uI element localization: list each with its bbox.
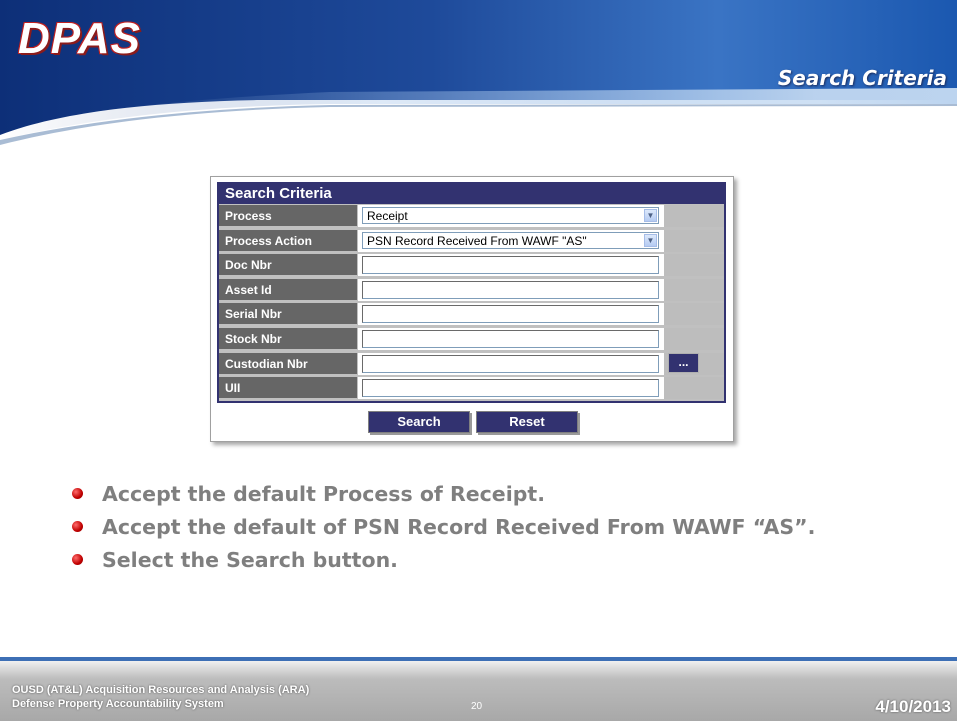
footer-organization: OUSD (AT&L) Acquisition Resources and An… [12, 683, 309, 711]
form-title: Search Criteria [219, 184, 724, 204]
process-action-select[interactable]: PSN Record Received From WAWF "AS" ▼ [362, 231, 659, 249]
asset-id-input[interactable] [362, 280, 659, 299]
chevron-down-icon[interactable]: ▼ [644, 209, 657, 222]
list-item: Accept the default of PSN Record Receive… [72, 515, 815, 548]
reset-button[interactable]: Reset [476, 411, 578, 433]
row-asset-id: Asset Id [219, 278, 724, 303]
search-button[interactable]: Search [368, 411, 470, 433]
dpas-logo: DPAS [18, 14, 141, 63]
uii-label: UII [219, 377, 357, 400]
footer: OUSD (AT&L) Acquisition Resources and An… [0, 661, 957, 721]
search-criteria-panel: Search Criteria Process Receipt ▼ Proces… [210, 176, 734, 442]
footer-date: 4/10/2013 [875, 697, 951, 716]
row-custodian-nbr: Custodian Nbr ... [219, 352, 724, 377]
process-select[interactable]: Receipt ▼ [362, 207, 659, 224]
uii-input[interactable] [362, 379, 659, 398]
custodian-nbr-input[interactable] [362, 354, 659, 373]
row-process-action: Process Action PSN Record Received From … [219, 229, 724, 254]
stock-nbr-label: Stock Nbr [219, 327, 357, 350]
search-criteria-form: Search Criteria Process Receipt ▼ Proces… [217, 182, 726, 403]
asset-id-label: Asset Id [219, 278, 357, 301]
row-uii: UII [219, 376, 724, 401]
process-label: Process [219, 205, 357, 227]
row-doc-nbr: Doc Nbr [219, 253, 724, 278]
serial-nbr-label: Serial Nbr [219, 303, 357, 326]
footer-org-line2: Defense Property Accountability System [12, 698, 224, 710]
doc-nbr-input[interactable] [362, 256, 659, 275]
footer-org-line1: OUSD (AT&L) Acquisition Resources and An… [12, 684, 310, 696]
page-number: 20 [471, 701, 483, 712]
custodian-lookup-button[interactable]: ... [668, 352, 699, 373]
process-action-label: Process Action [219, 229, 357, 252]
slide: DPAS Search Criteria Search Criteria Pro… [0, 0, 957, 721]
row-process: Process Receipt ▼ [219, 204, 724, 229]
serial-nbr-input[interactable] [362, 305, 659, 324]
bullet-icon [72, 488, 83, 499]
instruction-list: Accept the default Process of Receipt. A… [72, 482, 815, 581]
list-item: Accept the default Process of Receipt. [72, 482, 815, 515]
chevron-down-icon[interactable]: ▼ [644, 233, 657, 247]
bullet-icon [72, 521, 83, 532]
list-item: Select the Search button. [72, 548, 815, 581]
row-serial-nbr: Serial Nbr [219, 302, 724, 327]
doc-nbr-label: Doc Nbr [219, 254, 357, 277]
process-select-value: Receipt [367, 209, 408, 223]
row-stock-nbr: Stock Nbr [219, 327, 724, 352]
stock-nbr-input[interactable] [362, 329, 659, 348]
bullet-icon [72, 554, 83, 565]
custodian-nbr-label: Custodian Nbr [219, 352, 357, 375]
slide-title: Search Criteria [777, 66, 947, 90]
process-action-select-value: PSN Record Received From WAWF "AS" [367, 233, 587, 248]
